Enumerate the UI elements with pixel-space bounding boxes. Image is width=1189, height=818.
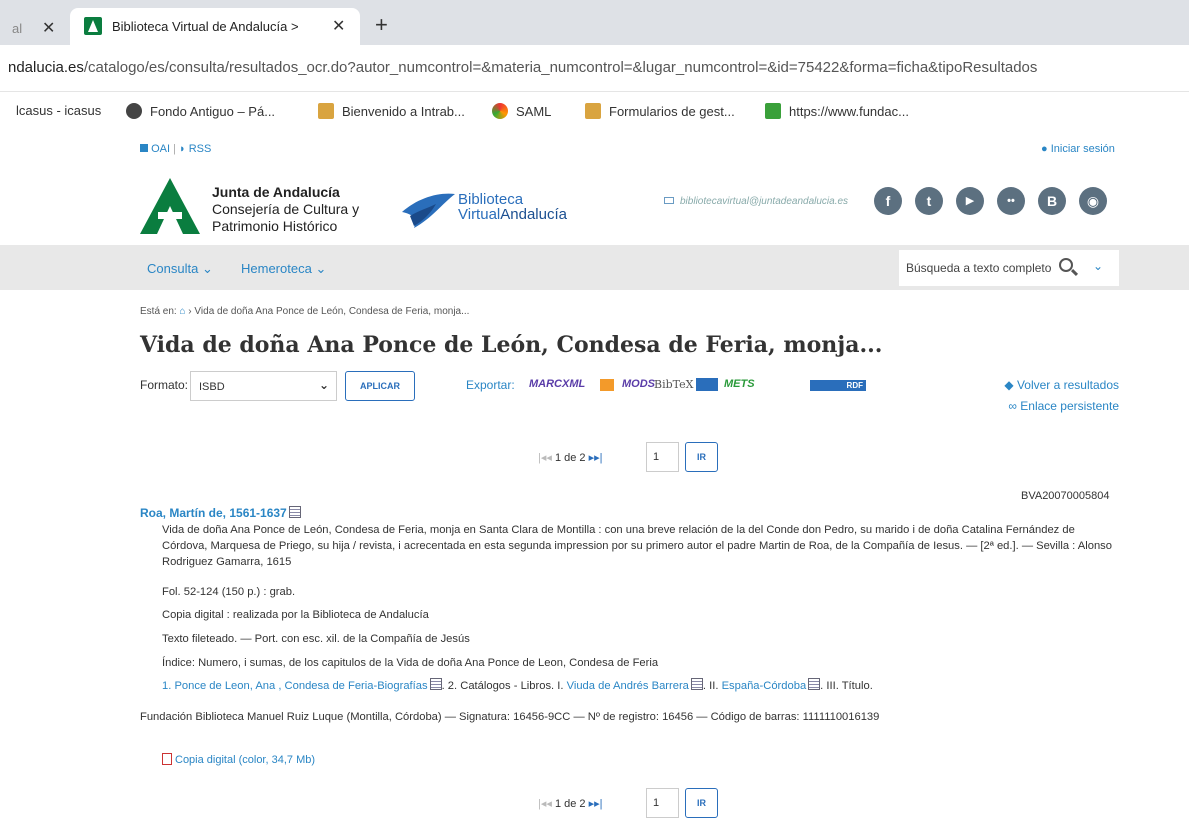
nav-hemeroteca[interactable]: Hemeroteca ⌄ (241, 261, 326, 277)
chevron-down-icon: ⌄ (319, 378, 330, 392)
go-button[interactable]: IR (685, 442, 718, 472)
export-bibtex[interactable]: BibTeX (654, 378, 693, 391)
record-note: Copia digital : realizada por la Bibliot… (162, 609, 429, 621)
export-isc-icon[interactable] (696, 378, 718, 391)
record-id: BVA20070005804 (1021, 490, 1110, 502)
bookmark-item[interactable]: Fondo Antiguo – Pá... (126, 103, 275, 119)
user-icon: ● (1041, 143, 1048, 155)
login-link[interactable]: ● Iniciar sesión (1041, 143, 1115, 155)
page-title: Vida de doña Ana Ponce de León, Condesa … (140, 332, 883, 358)
search-author-icon[interactable] (288, 506, 301, 518)
chevron-down-icon: ⌄ (315, 261, 327, 276)
tab-previous-label: al (12, 21, 23, 36)
chevron-down-icon[interactable]: ⌄ (1093, 259, 1103, 273)
intranet-icon (318, 103, 334, 119)
link-icon: ∞ (1008, 399, 1017, 413)
junta-andalucia-logo[interactable] (140, 178, 200, 234)
record-note: Texto fileteado. — Port. con esc. xil. d… (162, 633, 470, 645)
search-subject-icon[interactable] (429, 678, 442, 690)
home-icon[interactable]: ⌂ (179, 306, 185, 317)
browser-tab-previous[interactable]: al ✕ (0, 10, 70, 45)
go-button[interactable]: IR (685, 788, 718, 818)
record-index: Índice: Numero, i sumas, de los capitulo… (162, 657, 659, 669)
saml-icon (492, 103, 508, 119)
search-subject-icon[interactable] (690, 678, 703, 690)
search-icon[interactable] (1059, 258, 1073, 272)
globe-icon (126, 103, 142, 119)
export-rdf[interactable]: RDF (810, 380, 866, 391)
url-domain: ndalucia.es (8, 59, 84, 76)
subject-link[interactable]: España-Córdoba (722, 680, 807, 692)
url-text: ndalucia.es/catalogo/es/consulta/resulta… (8, 59, 1188, 76)
youtube-icon[interactable]: ▶ (956, 187, 984, 215)
rss-link[interactable]: RSS (189, 143, 212, 155)
new-tab-button[interactable]: + (375, 12, 388, 38)
format-select[interactable]: ISBD ⌄ (190, 371, 337, 401)
oai-link[interactable]: OAI (151, 143, 170, 155)
email-link[interactable]: bibliotecavirtual@juntadeandalucia.es (664, 196, 848, 207)
record-subjects: 1. Ponce de Leon, Ana , Condesa de Feria… (162, 678, 873, 692)
address-bar[interactable]: ndalucia.es/catalogo/es/consulta/resulta… (0, 45, 1189, 92)
breadcrumb: Está en: ⌂ › Vida de doña Ana Ponce de L… (140, 306, 470, 317)
first-page-icon[interactable]: |◂◂ (538, 452, 552, 464)
next-page-icon[interactable]: ▸▸| (589, 798, 603, 810)
search-input[interactable]: Búsqueda a texto completo (906, 261, 1051, 275)
rss-icon: ◗ (179, 143, 186, 155)
record-physical: Fol. 52-124 (150 p.) : grab. (162, 586, 296, 598)
fundacion-icon (765, 103, 781, 119)
pdf-copy-link[interactable]: Copia digital (color, 34,7 Mb) (162, 753, 315, 766)
close-tab-icon[interactable]: ✕ (332, 16, 345, 36)
oai-icon (140, 144, 148, 152)
apply-button[interactable]: APLICAR (345, 371, 415, 401)
permalink-link[interactable]: ∞ Enlace persistente (1008, 399, 1119, 413)
page-input[interactable]: 1 (646, 788, 679, 818)
author-link[interactable]: Roa, Martín de, 1561-1637 (140, 506, 301, 520)
facebook-icon[interactable]: f (874, 187, 902, 215)
bookmark-item[interactable]: Formularios de gest... (585, 103, 735, 119)
chevron-down-icon: ⌄ (201, 261, 213, 276)
export-dc-icon[interactable] (600, 379, 614, 391)
oai-rss-links: OAI | ◗ RSS (140, 143, 211, 155)
junta-logo-text: Junta de Andalucía Consejería de Cultura… (212, 184, 360, 234)
blogger-icon[interactable]: B (1038, 187, 1066, 215)
bookmark-item[interactable]: Bienvenido a Intrab... (318, 103, 465, 119)
bookmarks-bar: lcasus - icasus Fondo Antiguo – Pá... Bi… (0, 92, 1189, 132)
tab-title: Biblioteca Virtual de Andalucía > (112, 19, 299, 34)
export-mets[interactable]: METS (724, 378, 755, 390)
format-label: Formato: (140, 378, 189, 392)
rss-icon[interactable]: ◉ (1079, 187, 1107, 215)
subject-link[interactable]: Ponce de Leon, Ana , Condesa de Feria-Bi… (174, 680, 427, 692)
record-description: Vida de doña Ana Ponce de León, Condesa … (162, 524, 1112, 568)
subject-link[interactable]: Viuda de Andrés Barrera (567, 680, 689, 692)
page-input[interactable]: 1 (646, 442, 679, 472)
browser-tabstrip: al ✕ Biblioteca Virtual de Andalucía > ✕… (0, 0, 1189, 45)
close-tab-icon[interactable]: ✕ (42, 18, 55, 38)
envelope-icon (664, 197, 674, 204)
export-label: Exportar: (466, 378, 515, 392)
pdf-icon (162, 753, 172, 765)
search-subject-icon[interactable] (808, 678, 821, 690)
url-path: /catalogo/es/consulta/resultados_ocr.do?… (83, 59, 1038, 76)
twitter-icon[interactable]: t (915, 187, 943, 215)
bookmark-item[interactable]: https://www.fundac... (765, 103, 909, 119)
flickr-icon[interactable]: •• (997, 187, 1025, 215)
next-page-icon[interactable]: ▸▸| (589, 452, 603, 464)
fulltext-search[interactable]: Búsqueda a texto completo ⌄ (899, 250, 1119, 286)
bookmark-item[interactable]: SAML (492, 103, 551, 119)
forms-icon (585, 103, 601, 119)
export-marcxml[interactable]: MARCXML (529, 378, 585, 390)
nav-consulta[interactable]: Consulta ⌄ (147, 261, 213, 277)
junta-favicon-icon (84, 17, 102, 35)
bookmark-item[interactable]: lcasus - icasus (16, 103, 101, 118)
holdings-info: Fundación Biblioteca Manuel Ruiz Luque (… (140, 711, 880, 723)
arrow-left-icon: ◆ (1004, 378, 1014, 392)
export-mods[interactable]: MODS (622, 378, 655, 390)
bva-logo-icon[interactable] (400, 190, 455, 230)
breadcrumb-current: Vida de doña Ana Ponce de León, Condesa … (194, 306, 470, 317)
back-to-results-link[interactable]: ◆ Volver a resultados (1004, 378, 1119, 392)
first-page-icon[interactable]: |◂◂ (538, 798, 552, 810)
bva-logo-text: Biblioteca VirtualAndalucía (458, 191, 567, 223)
browser-tab-active[interactable]: Biblioteca Virtual de Andalucía > ✕ (70, 8, 360, 45)
